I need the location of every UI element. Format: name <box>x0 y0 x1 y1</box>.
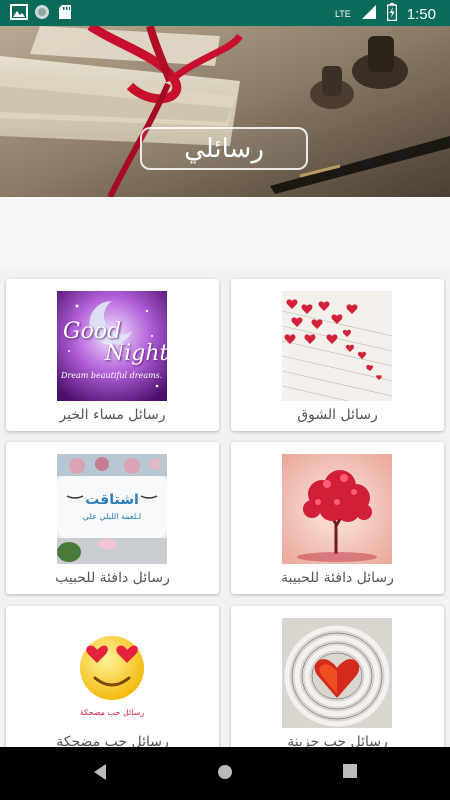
category-label: رسائل الشوق <box>297 407 378 423</box>
category-card-sad-love[interactable]: رسائل حب حزينة <box>231 606 444 758</box>
good-night-thumbnail: Good Night Dream beautiful dreams. <box>57 291 167 401</box>
lte-label: LTE <box>334 9 351 19</box>
back-icon[interactable] <box>92 763 108 785</box>
good-night-text-3: Dream beautiful dreams. <box>61 371 163 380</box>
recents-icon[interactable] <box>342 763 358 783</box>
heart-music-sheet-thumbnail <box>282 618 392 728</box>
app-title: رسائلي <box>184 133 264 164</box>
pillow-text-2: لـلعمة الليلي علي <box>82 512 142 521</box>
good-night-text-2: Night <box>105 341 167 366</box>
signal-icon <box>361 4 377 24</box>
circle-notification-icon <box>34 4 50 20</box>
home-icon[interactable] <box>216 763 234 785</box>
hearts-paper-thumbnail <box>282 291 392 401</box>
category-card-good-evening[interactable]: Good Night Dream beautiful dreams. رسائل… <box>6 279 219 431</box>
heart-eyes-emoji-thumbnail: رسائل حب مضحكة <box>57 618 167 728</box>
battery-charging-icon <box>386 3 398 25</box>
system-navigation-bar <box>0 747 450 800</box>
sd-card-icon <box>58 4 74 20</box>
pillow-text-1: اشتاقت <box>85 492 139 508</box>
app-title-button[interactable]: رسائلي <box>140 127 308 170</box>
header-banner-image: رسائلي <box>0 26 450 197</box>
gallery-notification-icon <box>10 4 28 20</box>
category-grid: رسائل الشوق Good Night Dream beautiful d… <box>0 269 450 758</box>
category-card-longing[interactable]: رسائل الشوق <box>231 279 444 431</box>
heart-tree-thumbnail <box>282 454 392 564</box>
category-card-warm-for-him[interactable]: اشتاقت لـلعمة الليلي علي رسائل دافئة للح… <box>6 442 219 594</box>
category-card-funny-love[interactable]: رسائل حب مضحكة رسائل حب مضحكة <box>6 606 219 758</box>
pillows-room-thumbnail: اشتاقت لـلعمة الليلي علي <box>57 454 167 564</box>
category-card-warm-for-her[interactable]: رسائل دافئة للحبيبة <box>231 442 444 594</box>
clock-time: 1:50 <box>406 5 436 23</box>
category-label: رسائل دافئة للحبيبة <box>281 570 394 586</box>
spacer <box>0 197 450 269</box>
status-bar: LTE 1:50 <box>0 0 450 26</box>
emoji-caption-text: رسائل حب مضحكة <box>79 708 145 717</box>
category-label: رسائل مساء الخير <box>59 407 166 423</box>
category-label: رسائل دافئة للحبيب <box>55 570 170 586</box>
